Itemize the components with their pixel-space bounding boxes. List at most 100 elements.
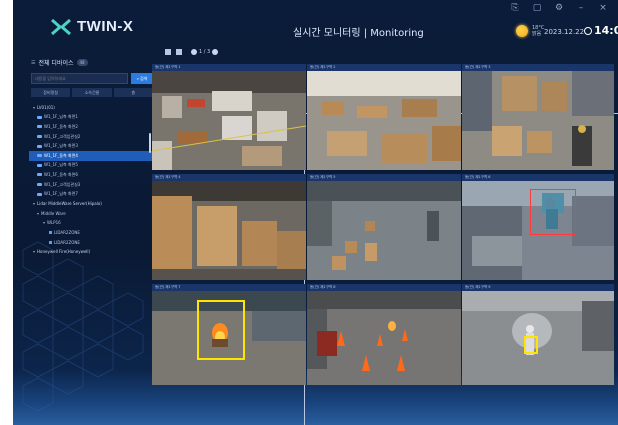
chevron-down-icon: ▾ [43,220,46,226]
chevron-down-icon: ▾ [37,210,40,216]
tab-floor[interactable]: 층 [113,88,153,97]
tree-item[interactable]: ▾ LV01(01) [31,103,153,113]
cctv-icon [37,183,42,187]
search-row: ⌕ 검색 [31,73,153,84]
camera-label: 동(관) 제1구역 4 [152,174,306,181]
sun-icon [516,25,528,37]
1x1-layout-icon[interactable] [165,49,171,55]
brand-name: TWIN-X [77,18,134,35]
weather-label: 맑음 [532,31,542,37]
gear-icon[interactable]: ⚙ [554,3,564,13]
camera-tile[interactable]: 동(관) 제1구역 4 [152,174,306,280]
cctv-icon [37,135,42,139]
search-button[interactable]: ⌕ 검색 [131,73,153,84]
search-icon: ⌕ [136,76,139,81]
tree-item-label: LIDAR2ZONE [54,230,80,236]
fire-detection-box [197,300,245,360]
cctv-icon [37,115,42,119]
sidebar-scrollbar[interactable] [149,133,151,153]
tree-item-label: Lidar MiddleWare Server(Hipalo) [37,201,102,207]
camera-tile[interactable]: 동(관) 제1구역 8 [307,284,461,385]
camera-tile[interactable]: 동(관) 제1구역 6 [462,174,614,280]
minimize-icon[interactable]: – [576,3,586,13]
window-icon[interactable]: ▢ [532,3,542,13]
tree-item[interactable]: W1_1F_남측 화면7 [31,189,153,199]
tree-item[interactable]: W1_1F_동측 화면2 [31,122,153,132]
camera-label: 동(관) 제1구역 8 [307,284,461,291]
sidebar-title: 전체 디바이스 [38,60,74,67]
camera-tile[interactable]: 동(관) 제1구역 1 [152,64,306,170]
tree-item-label: W1_1F_남측 화면5 [44,162,78,168]
tree-item-label: W1_1F_남측 화면3 [44,143,78,149]
tree-item[interactable]: W1_1F_고객입관실2 [31,132,153,142]
clock-icon [584,26,592,35]
device-count-badge: 48 [76,59,88,66]
tree-item-label: LV01(01) [37,105,55,111]
camera-grid: 동(관) 제1구역 1 동(관) 제1구역 2 동(관) 제1구역 3 동(관)… [152,64,616,385]
prev-page-button[interactable] [191,49,197,55]
tree-item-label: WLP16 [47,220,61,226]
camera-feed [307,291,461,385]
camera-tile[interactable]: 동(관) 제1구역 7 [152,284,306,385]
brand-logo: TWIN-X [51,18,133,35]
current-time: 14:03 [594,24,618,37]
cctv-icon [37,163,42,167]
tree-item[interactable]: ▾ WLP16 [31,218,153,228]
camera-tile[interactable]: 동(관) 제1구역 9 [462,284,614,385]
camera-feed [152,181,306,280]
device-tree: ▾ LV01(01) W1_1F_남측 화면1 W1_1F_동측 화면2 W1_1F_고… [29,103,153,257]
tree-item[interactable]: ▾ Honeywell Fire(Honeywell) [31,247,153,257]
current-time-wrap: 14:03 [584,24,618,37]
search-input[interactable] [31,73,128,84]
next-page-button[interactable] [212,49,219,55]
page-indicator: 1 / 3 [199,49,211,55]
cctv-icon [37,192,42,196]
pager: 1 / 3 [191,49,219,55]
tree-item-label: W1_1F_동측 화면6 [44,171,78,177]
close-icon[interactable]: × [598,3,608,13]
tab-building[interactable]: 소속건물 [72,88,112,97]
tree-item[interactable]: LIDAR2ZONE [31,237,153,247]
tree-item[interactable]: LIDAR2ZONE [31,228,153,238]
3x3-layout-icon[interactable] [176,49,182,55]
camera-feed [307,181,461,280]
tree-item[interactable]: W1_1F_동측 화면6 [31,170,153,180]
camera-tile[interactable]: 동(관) 제1구역 3 [462,64,614,170]
tree-item[interactable]: W1_1F_남측 화면5 [31,161,153,171]
cctv-icon [37,125,42,129]
camera-label: 동(관) 제1구역 5 [307,174,461,181]
tree-item-label: W1_1F_동측 화면2 [44,123,78,129]
chevron-down-icon: ▾ [33,249,36,255]
camera-feed [462,71,614,170]
camera-label: 동(관) 제1구역 9 [462,284,614,291]
twinx-logo-icon [51,18,71,35]
tree-item[interactable]: W1_1F_남측 화면1 [31,113,153,123]
person-detection-box [530,189,576,235]
tree-item[interactable]: W1_1F_동측 화면4 [29,150,153,161]
current-date: 2023.12.22 [544,28,585,36]
tree-item-label: Middle Ware [41,210,66,216]
tree-item-label: LIDAR2ZONE [54,239,80,245]
filter-tabs: 장비명칭 소속건물 층 [31,88,153,97]
tree-item-label: W1_1F_남측 화면7 [44,191,78,197]
search-button-label: 검색 [139,75,148,81]
monitoring-app: TWIN-X 실시간 모니터링 | Monitoring ⎘ ▢ ⚙ – × 1… [13,0,618,425]
camera-feed [152,71,306,170]
tree-item[interactable]: ▾ Middle Ware [31,209,153,219]
window-controls: ⎘ ▢ ⚙ – × [510,3,608,13]
tree-item[interactable]: W1_1F_남측 화면3 [31,141,153,151]
tree-item[interactable]: W1_1F_고객입관실3 [31,180,153,190]
tab-device-name[interactable]: 장비명칭 [31,88,71,97]
camera-tile[interactable]: 동(관) 제1구역 2 [307,64,461,170]
layout-toolbar: 1 / 3 [165,49,618,425]
camera-label: 동(관) 제1구역 6 [462,174,614,181]
weather-widget: 18°C 맑음 [516,25,544,37]
tree-item-label: W1_1F_고객입관실3 [44,181,81,187]
tree-item-label: Honeywell Fire(Honeywell) [37,249,91,255]
camera-tile[interactable]: 동(관) 제1구역 5 [307,174,461,280]
camera-label: 동(관) 제1구역 7 [152,284,306,291]
tree-item[interactable]: ▾ Lidar MiddleWare Server(Hipalo) [31,199,153,209]
cctv-icon [37,154,42,158]
camera-icon[interactable]: ⎘ [510,3,520,13]
smoke-detection-box [524,336,538,354]
